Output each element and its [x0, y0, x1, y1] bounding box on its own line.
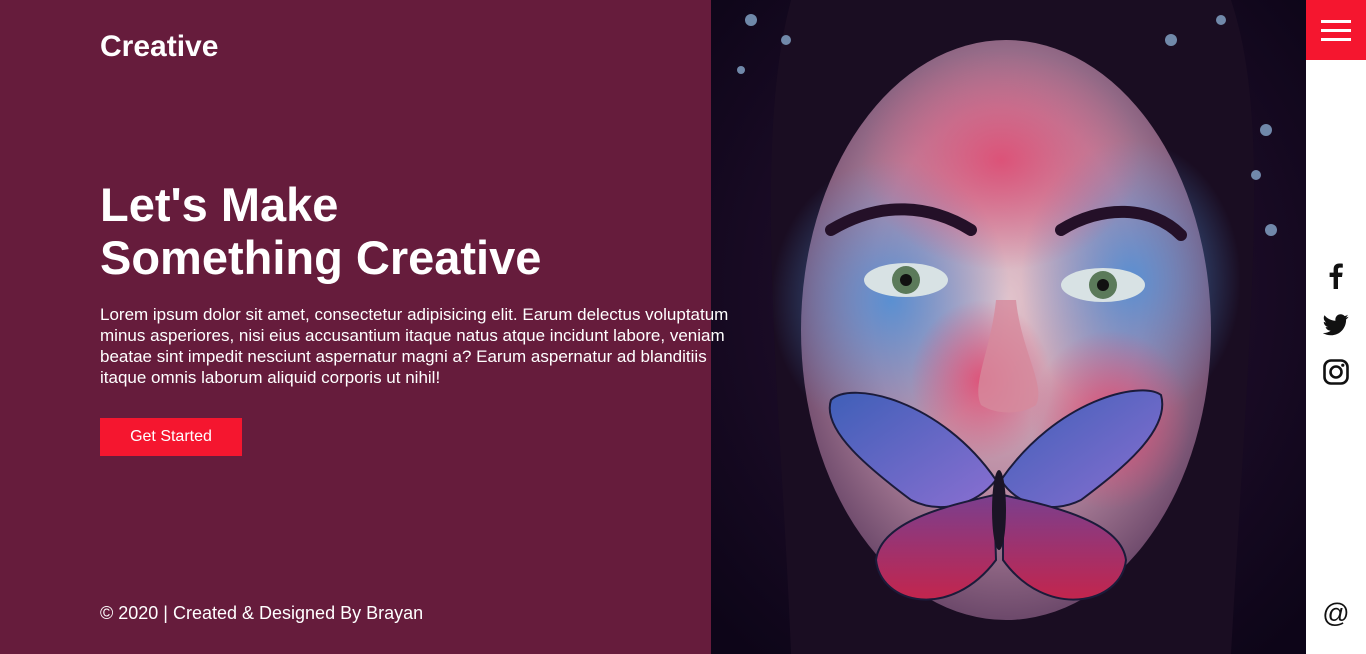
headline-line-1: Let's Make	[100, 178, 339, 231]
hamburger-menu-icon[interactable]	[1306, 0, 1366, 60]
hero-image	[711, 0, 1306, 654]
site-logo[interactable]: Creative	[100, 30, 218, 64]
facebook-icon[interactable]	[1322, 262, 1350, 290]
hero-headline: Let's Make Something Creative	[100, 178, 541, 284]
hero-description: Lorem ipsum dolor sit amet, consectetur …	[100, 305, 729, 387]
headline-line-2: Something Creative	[100, 231, 542, 284]
footer-copyright: © 2020 | Created & Designed By Brayan	[100, 603, 424, 623]
instagram-icon[interactable]	[1322, 358, 1350, 386]
twitter-icon[interactable]	[1322, 311, 1350, 339]
get-started-button[interactable]: Get Started	[100, 418, 242, 456]
menu-bar	[1321, 29, 1351, 32]
right-sidebar: @	[1306, 0, 1366, 654]
menu-bar	[1321, 20, 1351, 23]
email-at-icon[interactable]: @	[1320, 597, 1352, 629]
menu-bar	[1321, 38, 1351, 41]
hero-panel: Creative Let's Make Something Creative L…	[0, 0, 728, 654]
